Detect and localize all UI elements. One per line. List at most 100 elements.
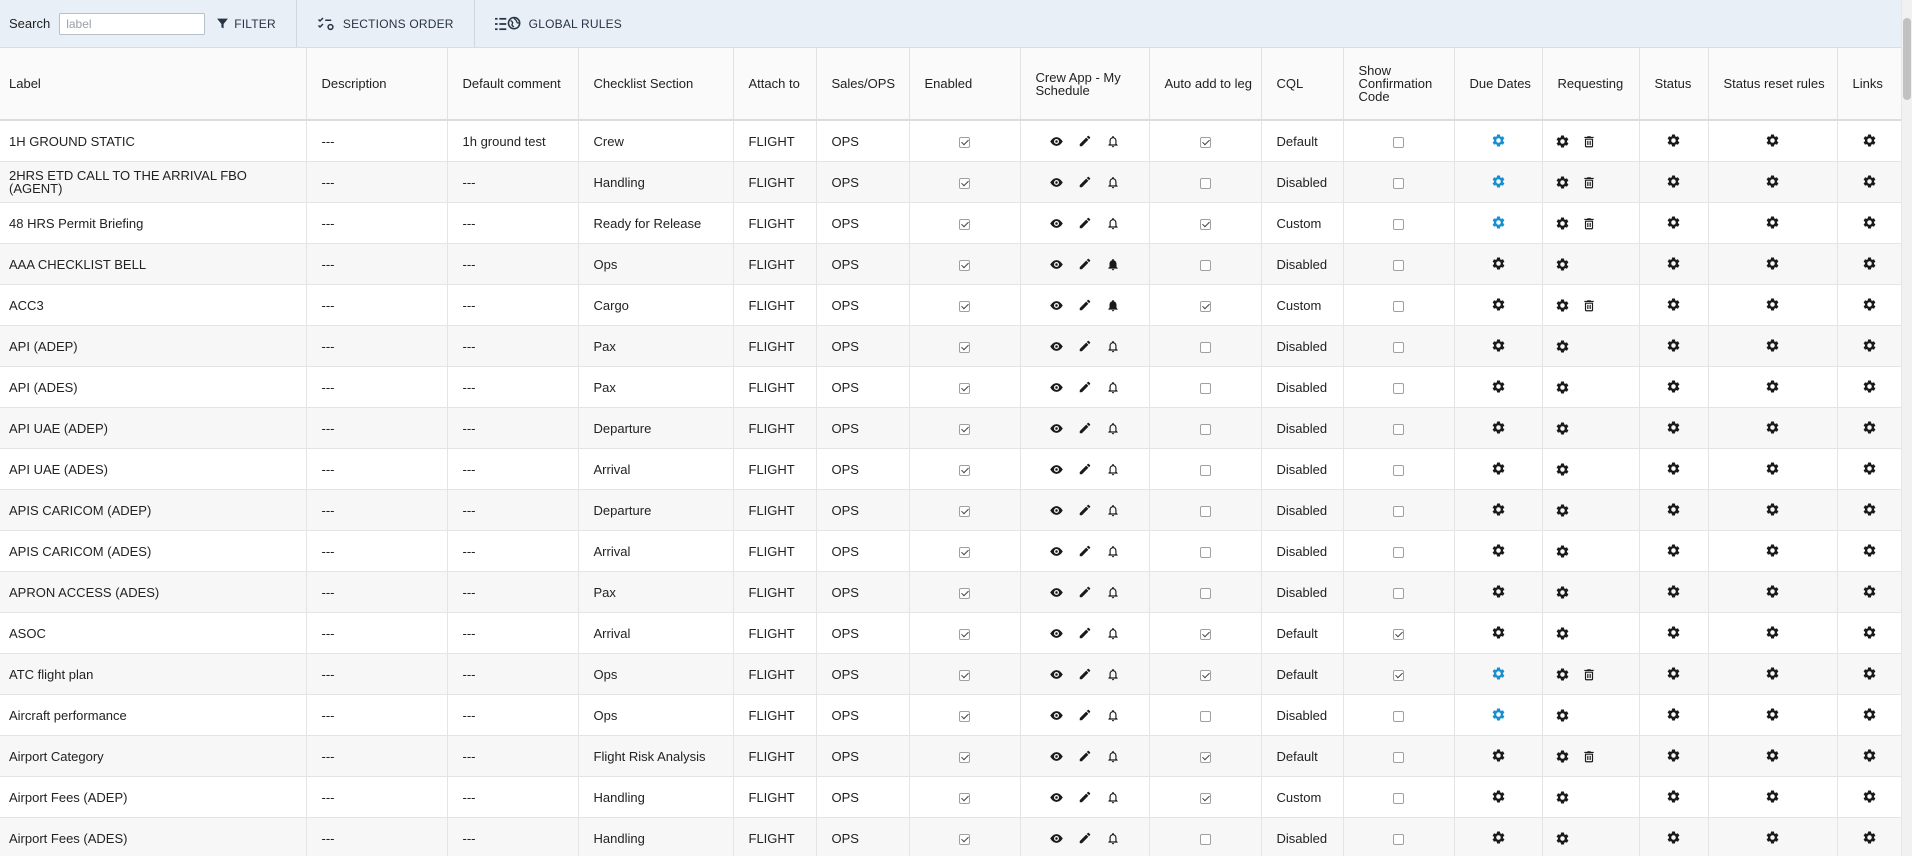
gear-icon[interactable] [1490,214,1506,230]
table-row[interactable]: Airport Fees (ADES) --- --- Handling FLI… [0,817,1902,856]
pencil-icon[interactable] [1077,748,1093,764]
pencil-icon[interactable] [1077,215,1093,231]
gear-icon[interactable] [1862,132,1878,148]
bell-icon[interactable] [1105,297,1121,313]
enabled-checkbox[interactable] [959,259,970,271]
gear-icon[interactable] [1862,460,1878,476]
bell-icon[interactable] [1105,830,1121,846]
confirmation-checkbox[interactable] [1393,505,1404,517]
gear-icon[interactable] [1490,829,1506,845]
auto-add-checkbox[interactable] [1199,587,1211,599]
confirmation-checkbox[interactable] [1393,423,1404,435]
confirmation-checkbox[interactable] [1393,751,1404,763]
gear-icon[interactable] [1666,132,1682,148]
bell-icon[interactable] [1105,502,1121,518]
gear-icon[interactable] [1555,461,1571,477]
pencil-icon[interactable] [1077,379,1093,395]
gear-icon[interactable] [1862,788,1878,804]
gear-icon[interactable] [1666,501,1682,517]
pencil-icon[interactable] [1077,461,1093,477]
bell-icon[interactable] [1105,584,1121,600]
enabled-checkbox[interactable] [959,341,970,353]
auto-add-checkbox[interactable] [1199,177,1211,189]
gear-icon[interactable] [1765,747,1781,763]
eye-icon[interactable] [1049,748,1065,764]
gear-icon[interactable] [1666,829,1682,845]
bell-icon[interactable] [1105,338,1121,354]
column-header-links[interactable]: Links [1837,48,1902,121]
pencil-icon[interactable] [1077,584,1093,600]
auto-add-checkbox[interactable] [1199,382,1211,394]
eye-icon[interactable] [1049,543,1065,559]
column-header-status-reset[interactable]: Status reset rules [1708,48,1838,121]
gear-icon[interactable] [1666,706,1682,722]
auto-add-checkbox[interactable] [1199,669,1211,681]
gear-icon[interactable] [1862,829,1878,845]
pencil-icon[interactable] [1077,830,1093,846]
table-row[interactable]: AAA CHECKLIST BELL --- --- Ops FLIGHT OP… [0,243,1902,285]
eye-icon[interactable] [1049,789,1065,805]
pencil-icon[interactable] [1077,133,1093,149]
column-header-crew-app[interactable]: Crew App - My Schedule [1020,48,1150,121]
enabled-checkbox[interactable] [959,546,970,558]
table-row[interactable]: 1H GROUND STATIC --- 1h ground test Crew… [0,120,1902,162]
auto-add-checkbox[interactable] [1199,710,1211,722]
gear-icon[interactable] [1765,255,1781,271]
scrollbar-thumb[interactable] [1903,18,1911,100]
gear-icon[interactable] [1862,296,1878,312]
column-header-enabled[interactable]: Enabled [909,48,1021,121]
gear-icon[interactable] [1862,255,1878,271]
eye-icon[interactable] [1049,297,1065,313]
gear-icon[interactable] [1555,584,1571,600]
gear-icon[interactable] [1555,789,1571,805]
enabled-checkbox[interactable] [959,628,970,640]
confirmation-checkbox[interactable] [1393,382,1404,394]
pencil-icon[interactable] [1077,789,1093,805]
gear-icon[interactable] [1862,706,1878,722]
global-rules-button[interactable]: GLOBAL RULES [475,0,636,47]
enabled-checkbox[interactable] [959,300,970,312]
gear-icon[interactable] [1555,174,1571,190]
enabled-checkbox[interactable] [959,136,970,148]
enabled-checkbox[interactable] [959,423,970,435]
gear-icon[interactable] [1555,666,1571,682]
gear-icon[interactable] [1765,419,1781,435]
bell-icon[interactable] [1105,543,1121,559]
gear-icon[interactable] [1862,542,1878,558]
gear-icon[interactable] [1490,706,1506,722]
eye-icon[interactable] [1049,338,1065,354]
auto-add-checkbox[interactable] [1199,136,1211,148]
table-row[interactable]: APIS CARICOM (ADES) --- --- Arrival FLIG… [0,530,1902,572]
bell-icon[interactable] [1105,215,1121,231]
auto-add-checkbox[interactable] [1199,423,1211,435]
pencil-icon[interactable] [1077,543,1093,559]
gear-icon[interactable] [1765,378,1781,394]
gear-icon[interactable] [1666,255,1682,271]
gear-icon[interactable] [1490,583,1506,599]
table-row[interactable]: 48 HRS Permit Briefing --- --- Ready for… [0,202,1902,244]
gear-icon[interactable] [1666,747,1682,763]
enabled-checkbox[interactable] [959,710,970,722]
gear-icon[interactable] [1555,256,1571,272]
confirmation-checkbox[interactable] [1393,628,1404,640]
auto-add-checkbox[interactable] [1199,259,1211,271]
bell-icon[interactable] [1105,625,1121,641]
gear-icon[interactable] [1490,747,1506,763]
column-header-label[interactable]: Label [0,48,307,121]
gear-icon[interactable] [1765,132,1781,148]
gear-icon[interactable] [1555,748,1571,764]
table-row[interactable]: 2HRS ETD CALL TO THE ARRIVAL FBO (AGENT)… [0,161,1902,203]
gear-icon[interactable] [1765,173,1781,189]
confirmation-checkbox[interactable] [1393,587,1404,599]
gear-icon[interactable] [1555,338,1571,354]
gear-icon[interactable] [1666,788,1682,804]
gear-icon[interactable] [1490,173,1506,189]
confirmation-checkbox[interactable] [1393,710,1404,722]
gear-icon[interactable] [1862,665,1878,681]
eye-icon[interactable] [1049,707,1065,723]
column-header-status[interactable]: Status [1639,48,1709,121]
gear-icon[interactable] [1765,788,1781,804]
table-row[interactable]: Airport Category --- --- Flight Risk Ana… [0,735,1902,777]
trash-icon[interactable] [1581,748,1597,764]
bell-icon[interactable] [1105,748,1121,764]
